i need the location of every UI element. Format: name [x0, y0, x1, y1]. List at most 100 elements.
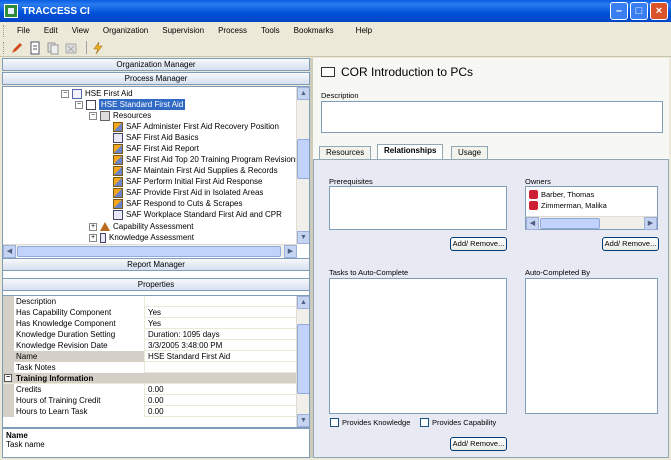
tree-item-knowledge-assessment[interactable]: + Knowledge Assessment [89, 232, 194, 243]
pencil-icon[interactable] [10, 41, 24, 55]
tasks-add-remove-button[interactable]: Add/ Remove... [450, 437, 507, 451]
provides-capability-checkbox[interactable] [420, 418, 429, 427]
document-icon[interactable] [28, 41, 42, 55]
menu-organization[interactable]: Organization [96, 26, 155, 35]
person-icon [529, 190, 538, 199]
scroll-down-icon[interactable]: ▼ [297, 414, 309, 427]
envelope-icon [86, 99, 96, 110]
property-row[interactable]: Knowledge Duration Setting Duration: 1095… [3, 329, 296, 340]
collapse-icon[interactable]: − [4, 374, 12, 382]
owners-label: Owners [525, 177, 551, 186]
detail-title: COR Introduction to PCs [321, 65, 473, 79]
tree-item-resource[interactable]: SAF Administer First Aid Recovery Positi… [113, 121, 279, 132]
tree-item-hse-standard-first-aid[interactable]: − HSE Standard First Aid [75, 99, 186, 110]
scroll-down-icon[interactable]: ▼ [297, 231, 309, 244]
prerequisites-add-remove-button[interactable]: Add/ Remove... [450, 237, 507, 251]
tree-item-resource[interactable]: SAF Provide First Aid in Isolated Areas [113, 187, 263, 198]
menu-help[interactable]: Help [349, 26, 379, 35]
expand-icon[interactable]: + [89, 233, 97, 242]
property-row[interactable]: Knowledge Revision Date 3/3/2005 3:48:00 … [3, 340, 296, 351]
owners-list[interactable]: Barber, Thomas Zimmerman, Malika ◀ ▶ [525, 186, 658, 230]
tree-item-resource[interactable]: SAF Perform Initial First Aid Response [113, 176, 263, 187]
task-icon [113, 121, 123, 132]
tree-vertical-scrollbar[interactable]: ▲ ▼ [296, 87, 309, 244]
property-row-selected[interactable]: Name HSE Standard First Aid [3, 351, 296, 362]
auto-completed-by-list[interactable] [525, 278, 658, 414]
scroll-thumb[interactable] [17, 246, 281, 257]
tree-item-resource[interactable]: SAF Respond to Cuts & Scrapes [113, 198, 243, 209]
tab-resources[interactable]: Resources [319, 146, 372, 159]
report-manager-header[interactable]: Report Manager [2, 258, 310, 271]
tree-item-resources[interactable]: − Resources [89, 110, 151, 121]
owners-horizontal-scrollbar[interactable]: ◀ ▶ [526, 216, 657, 230]
collapse-icon[interactable]: − [89, 111, 97, 120]
tree-item-capability-assessment[interactable]: + Capability Assessment [89, 221, 193, 232]
property-row[interactable]: Credits 0.00 [3, 384, 296, 395]
property-section-training-information[interactable]: − Training Information [3, 373, 296, 384]
scroll-thumb[interactable] [540, 218, 600, 229]
minimize-button[interactable]: – [610, 2, 628, 20]
resources-icon [100, 110, 110, 121]
property-row[interactable]: Task Notes [3, 362, 296, 373]
property-row[interactable]: Has Knowledge Component Yes [3, 318, 296, 329]
document-icon [113, 132, 123, 143]
scroll-left-icon[interactable]: ◀ [526, 217, 539, 230]
lightning-icon[interactable] [91, 41, 105, 55]
tasks-to-auto-complete-list[interactable] [329, 278, 507, 414]
tree-item-resource[interactable]: SAF First Aid Report [113, 143, 199, 154]
close-button[interactable]: × [650, 2, 668, 20]
tab-usage[interactable]: Usage [451, 146, 489, 159]
copy-icon[interactable] [46, 41, 60, 55]
auto-completed-by-label: Auto-Completed By [525, 268, 591, 277]
menu-supervision[interactable]: Supervision [155, 26, 211, 35]
scroll-up-icon[interactable]: ▲ [297, 296, 309, 309]
scroll-right-icon[interactable]: ▶ [644, 217, 657, 230]
menu-bar: File Edit View Organization Supervision … [0, 22, 671, 39]
scroll-left-icon[interactable]: ◀ [3, 245, 16, 258]
collapse-icon[interactable]: − [61, 89, 69, 98]
organization-manager-header[interactable]: Organization Manager [2, 58, 310, 71]
tree-item-resource[interactable]: SAF Maintain First Aid Supplies & Record… [113, 165, 278, 176]
menu-view[interactable]: View [65, 26, 96, 35]
property-description: Name Task name [2, 428, 310, 458]
delete-icon[interactable] [64, 41, 78, 55]
prerequisites-list[interactable] [329, 186, 507, 230]
collapse-icon[interactable]: − [75, 100, 83, 109]
tree-horizontal-scrollbar[interactable]: ◀ ▶ [3, 244, 297, 258]
task-icon [113, 176, 123, 187]
owners-add-remove-button[interactable]: Add/ Remove... [602, 237, 659, 251]
tasks-to-auto-complete-label: Tasks to Auto-Complete [329, 268, 409, 277]
property-row[interactable]: Hours of Training Credit 0.00 [3, 395, 296, 406]
scroll-thumb[interactable] [297, 139, 309, 179]
properties-vertical-scrollbar[interactable]: ▲ ▼ [296, 296, 309, 427]
menu-process[interactable]: Process [211, 26, 254, 35]
course-icon [72, 88, 82, 99]
tree-item-hse-first-aid[interactable]: − HSE First Aid [61, 88, 133, 99]
task-icon [113, 154, 123, 165]
process-manager-header[interactable]: Process Manager [2, 72, 310, 85]
scroll-thumb[interactable] [297, 324, 309, 394]
title-bar[interactable]: TRACCESS CI – □ × [0, 0, 671, 22]
property-row[interactable]: Hours to Learn Task 0.00 [3, 406, 296, 417]
maximize-button[interactable]: □ [630, 2, 648, 20]
description-label: Description [321, 91, 359, 100]
tree-item-resource[interactable]: SAF Workplace Standard First Aid and CPR [113, 209, 282, 220]
scroll-right-icon[interactable]: ▶ [284, 245, 297, 258]
properties-grid[interactable]: Description Has Capability Component Yes … [2, 295, 310, 428]
menu-file[interactable]: File [10, 26, 37, 35]
menu-tools[interactable]: Tools [254, 26, 287, 35]
expand-icon[interactable]: + [89, 222, 97, 231]
menu-edit[interactable]: Edit [37, 26, 65, 35]
relationships-panel: Prerequisites Add/ Remove... Owners Barb… [313, 159, 669, 458]
tab-relationships[interactable]: Relationships [377, 144, 444, 159]
tree-item-resource[interactable]: SAF First Aid Top 20 Training Program Re… [113, 154, 299, 165]
owner-item[interactable]: Zimmerman, Malika [529, 200, 607, 211]
owner-item[interactable]: Barber, Thomas [529, 189, 594, 200]
description-field[interactable] [321, 101, 663, 133]
property-row[interactable]: Has Capability Component Yes [3, 307, 296, 318]
scroll-up-icon[interactable]: ▲ [297, 87, 309, 100]
provides-knowledge-checkbox[interactable] [330, 418, 339, 427]
property-row[interactable]: Description [3, 296, 296, 307]
menu-bookmarks[interactable]: Bookmarks [287, 26, 341, 35]
tree-item-resource[interactable]: SAF First Aid Basics [113, 132, 198, 143]
